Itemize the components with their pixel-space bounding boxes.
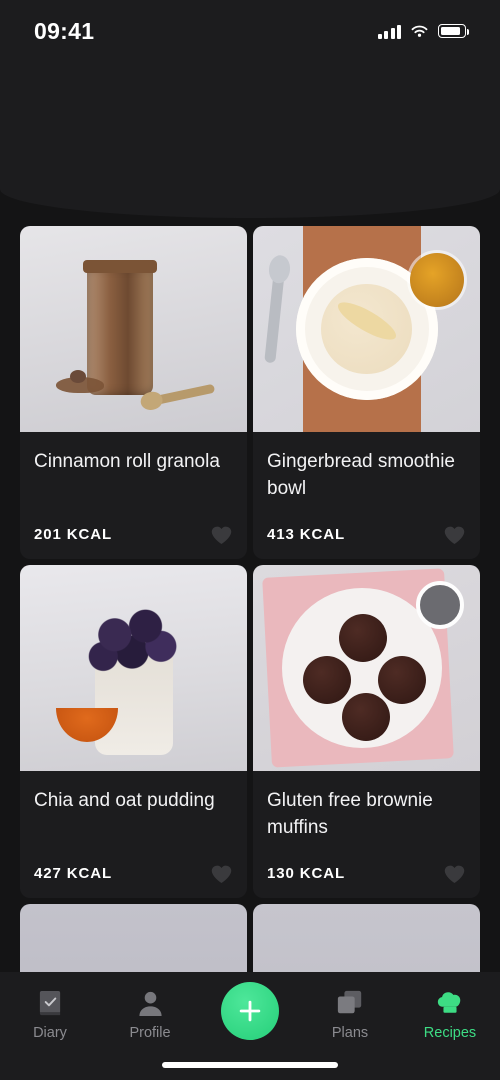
recipe-card[interactable]: Cinnamon roll granola 201 KCAL xyxy=(20,226,247,559)
battery-icon xyxy=(438,24,469,38)
stacked-squares-icon xyxy=(336,986,364,1020)
recipe-card[interactable]: Gluten free brownie muffins 130 KCAL xyxy=(253,565,480,898)
recipe-title: Chia and oat pudding xyxy=(34,790,215,811)
person-icon xyxy=(137,986,164,1020)
tab-profile[interactable]: Profile xyxy=(100,986,200,1041)
recipe-card-footer: 201 KCAL xyxy=(34,524,233,545)
wifi-icon xyxy=(411,25,428,37)
heart-icon[interactable] xyxy=(443,524,466,545)
tab-plans[interactable]: Plans xyxy=(300,986,400,1041)
recipe-image xyxy=(253,565,480,771)
recipe-title: Gingerbread smoothie bowl xyxy=(267,451,455,499)
recipe-image xyxy=(253,226,480,432)
tab-label: Plans xyxy=(331,1025,369,1041)
chef-hat-icon xyxy=(436,986,464,1020)
recipe-card-body: Cinnamon roll granola 201 KCAL xyxy=(20,432,247,559)
recipe-card-footer: 427 KCAL xyxy=(34,863,233,884)
recipe-image xyxy=(20,565,247,771)
status-bar: 09:41 xyxy=(0,0,500,62)
home-indicator xyxy=(162,1062,338,1068)
bottom-tab-bar: Diary Profile Plans Recipes xyxy=(0,972,500,1080)
tab-diary[interactable]: Diary xyxy=(0,986,100,1041)
recipe-title: Cinnamon roll granola xyxy=(34,451,220,472)
recipe-card-footer: 413 KCAL xyxy=(267,524,466,545)
recipe-calories: 427 KCAL xyxy=(34,865,113,882)
app-screen: 09:41 Search 1 BREA xyxy=(0,0,500,1080)
recipe-grid: Cinnamon roll granola 201 KCAL Gingerbre… xyxy=(20,226,480,1080)
recipe-card[interactable]: Gingerbread smoothie bowl 413 KCAL xyxy=(253,226,480,559)
signal-bars-icon xyxy=(377,24,401,39)
recipe-card-body: Gingerbread smoothie bowl 413 KCAL xyxy=(253,432,480,559)
status-time: 09:41 xyxy=(34,17,95,44)
recipe-calories: 130 KCAL xyxy=(267,865,346,882)
recipe-calories: 413 KCAL xyxy=(267,526,346,543)
status-indicators xyxy=(377,24,469,39)
recipe-image xyxy=(20,226,247,432)
tab-label: Recipes xyxy=(423,1025,477,1041)
recipe-title: Gluten free brownie muffins xyxy=(267,790,433,838)
tab-recipes[interactable]: Recipes xyxy=(400,986,500,1041)
recipe-card-body: Chia and oat pudding 427 KCAL xyxy=(20,771,247,898)
tab-label: Diary xyxy=(33,1025,67,1041)
recipe-card-body: Gluten free brownie muffins 130 KCAL xyxy=(253,771,480,898)
plus-icon[interactable] xyxy=(221,982,279,1040)
heart-icon[interactable] xyxy=(210,863,233,884)
add-entry-button[interactable] xyxy=(200,982,300,1040)
recipe-scroll-area[interactable]: Cinnamon roll granola 201 KCAL Gingerbre… xyxy=(0,218,500,1080)
recipe-card[interactable]: Chia and oat pudding 427 KCAL xyxy=(20,565,247,898)
tab-label: Profile xyxy=(129,1025,171,1041)
recipe-select-toggle[interactable] xyxy=(416,581,464,629)
diary-book-icon xyxy=(37,986,64,1020)
heart-icon[interactable] xyxy=(443,863,466,884)
recipe-calories: 201 KCAL xyxy=(34,526,113,543)
recipe-card-footer: 130 KCAL xyxy=(267,863,466,884)
heart-icon[interactable] xyxy=(210,524,233,545)
